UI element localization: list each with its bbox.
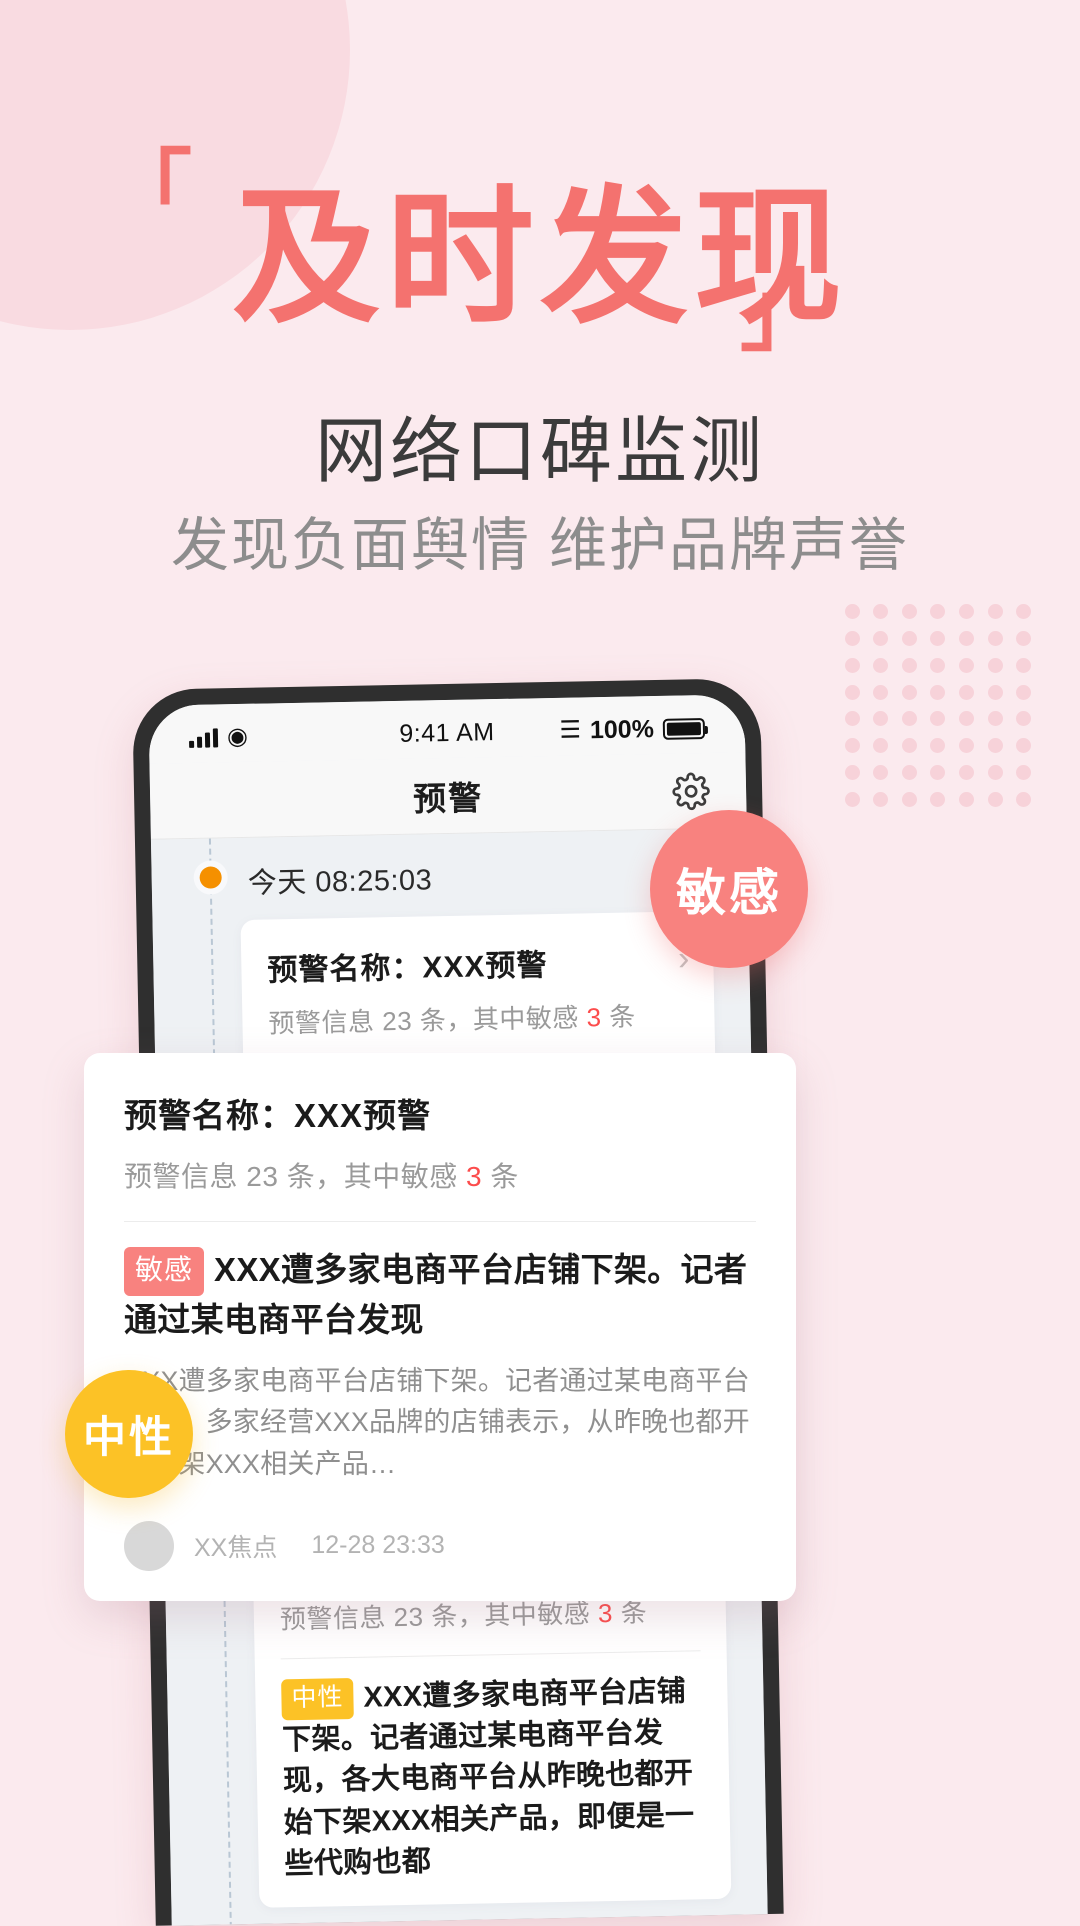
bluetooth-icon: ☰ (559, 716, 582, 744)
battery-full-icon (662, 717, 706, 740)
nav-title: 预警 (412, 778, 484, 818)
timeline-dot (193, 860, 228, 895)
neutral-callout-bubble: 中性 (65, 1370, 193, 1498)
featured-news-body: XXX遭多家电商平台店铺下架。记者通过某电商平台发现，多家经营XXX品牌的店铺表… (124, 1366, 750, 1479)
summary-suffix: 条 (482, 1161, 519, 1192)
background-dot-grid (838, 598, 1038, 813)
summary-prefix: 预警信息 23 条，其中敏感 (279, 1597, 599, 1635)
timeline-timestamp: 今天 08:25:03 (247, 864, 433, 900)
summary-prefix: 预警信息 23 条，其中敏感 (268, 1002, 587, 1039)
status-bar-time: 9:41 AM (399, 717, 495, 748)
summary-sensitive-count: 3 (597, 1597, 614, 1628)
alert-card-summary: 预警信息 23 条，其中敏感 3 条 (268, 995, 689, 1040)
gear-icon[interactable] (672, 771, 711, 810)
featured-news-source: XX焦点 (194, 1533, 278, 1562)
featured-alert-card[interactable]: 预警名称：XXX预警 预警信息 23 条，其中敏感 3 条 敏感 XXX遭多家电商… (84, 1053, 796, 1601)
nav-bar: 预警 (149, 752, 747, 840)
subtitle-primary: 网络口碑监测 (314, 412, 765, 492)
status-badge: 敏感 (124, 1247, 205, 1296)
sensitive-callout-bubble: 敏感 (650, 810, 808, 968)
featured-news-headline-text: XXX遭多家电商平台店铺下架。记者通过某电商平台发现 (124, 1251, 748, 1338)
featured-card-title: 预警名称：XXX预警 (124, 1097, 432, 1134)
divider (280, 1649, 701, 1660)
summary-suffix: 条 (612, 1596, 648, 1628)
status-badge: 中性 (281, 1677, 354, 1721)
summary-prefix: 预警信息 23 条，其中敏感 (124, 1161, 466, 1192)
avatar-placeholder-icon (124, 1520, 174, 1571)
wifi-icon: ◉ (226, 722, 249, 751)
summary-suffix: 条 (601, 1001, 637, 1033)
divider (124, 1221, 756, 1222)
page-title: 及时发现 (232, 176, 848, 341)
featured-news-headline: 敏感 XXX遭多家电商平台店铺下架。记者通过某电商平台发现 (124, 1246, 756, 1343)
alert-card-title: 预警名称：XXX预警 (267, 949, 548, 988)
featured-news-date: 12-28 23:33 (311, 1531, 445, 1560)
signal-bars-icon (189, 727, 219, 748)
featured-news-footer: XX焦点 12-28 23:33 (124, 1520, 756, 1571)
battery-percent-label: 100% (589, 714, 655, 744)
news-headline: 中性 XXX遭多家电商平台店铺下架。记者通过某电商平台发现，各大电商平台从昨晚也都… (281, 1671, 705, 1885)
featured-card-summary: 预警信息 23 条，其中敏感 3 条 (124, 1155, 756, 1195)
summary-sensitive-count: 3 (586, 1002, 602, 1033)
summary-sensitive-count: 3 (465, 1161, 483, 1192)
subtitle-secondary: 发现负面舆情 维护品牌声誉 (170, 513, 910, 578)
